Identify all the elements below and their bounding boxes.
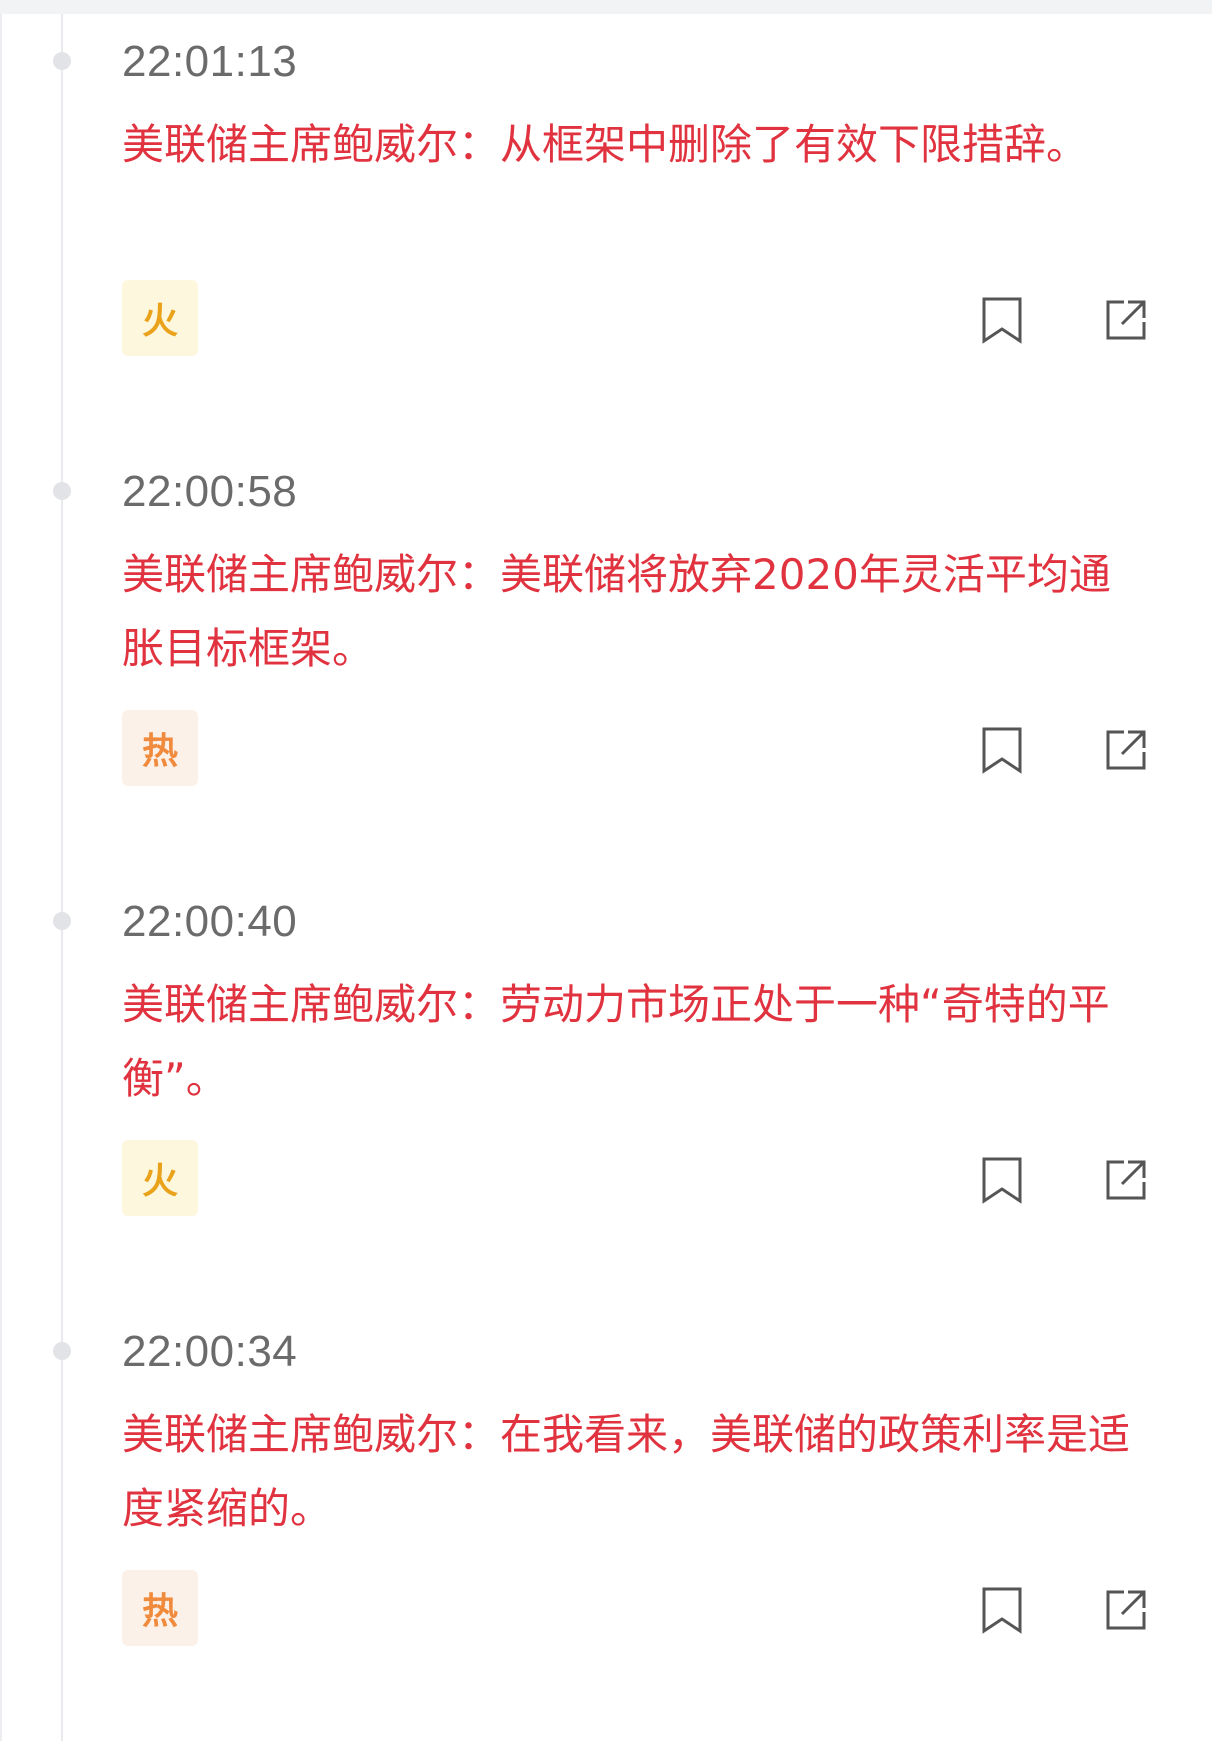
news-feed-page: 22:01:13 美联储主席鲍威尔：从框架中删除了有效下限措辞。 火 22:00… (0, 14, 1212, 1741)
news-headline[interactable]: 美联储主席鲍威尔：劳动力市场正处于一种“奇特的平衡”。 (122, 968, 1152, 1116)
bookmark-icon (981, 296, 1023, 344)
news-time: 22:00:34 (122, 1327, 298, 1376)
news-feed: 22:01:13 美联储主席鲍威尔：从框架中删除了有效下限措辞。 火 22:00… (2, 14, 1212, 1734)
share-button[interactable] (1098, 720, 1154, 780)
bookmark-icon (981, 1586, 1023, 1634)
fire-badge: 火 (122, 280, 198, 356)
bookmark-button[interactable] (974, 290, 1030, 350)
share-button[interactable] (1098, 1150, 1154, 1210)
bookmark-icon (981, 1156, 1023, 1204)
news-time: 22:01:13 (122, 37, 298, 86)
bookmark-button[interactable] (974, 1150, 1030, 1210)
news-item[interactable]: 22:00:40 美联储主席鲍威尔：劳动力市场正处于一种“奇特的平衡”。 火 (2, 874, 1212, 1304)
share-icon (1104, 728, 1148, 772)
timeline-dot (53, 1342, 71, 1360)
share-icon (1104, 298, 1148, 342)
news-item[interactable]: 22:00:58 美联储主席鲍威尔：美联储将放弃2020年灵活平均通胀目标框架。… (2, 444, 1212, 874)
hot-badge: 热 (122, 1570, 198, 1646)
share-icon (1104, 1588, 1148, 1632)
timeline-dot (53, 912, 71, 930)
hot-badge: 热 (122, 710, 198, 786)
news-headline[interactable]: 美联储主席鲍威尔：从框架中删除了有效下限措辞。 (122, 108, 1152, 182)
bookmark-button[interactable] (974, 1580, 1030, 1640)
news-item[interactable]: 22:01:13 美联储主席鲍威尔：从框架中删除了有效下限措辞。 火 (2, 14, 1212, 444)
share-button[interactable] (1098, 290, 1154, 350)
news-time: 22:00:58 (122, 467, 298, 516)
timeline-dot (53, 52, 71, 70)
news-headline[interactable]: 美联储主席鲍威尔：美联储将放弃2020年灵活平均通胀目标框架。 (122, 538, 1152, 686)
fire-badge: 火 (122, 1140, 198, 1216)
news-item[interactable]: 22:00:34 美联储主席鲍威尔：在我看来，美联储的政策利率是适度紧缩的。 热 (2, 1304, 1212, 1734)
news-headline[interactable]: 美联储主席鲍威尔：在我看来，美联储的政策利率是适度紧缩的。 (122, 1398, 1152, 1546)
bookmark-button[interactable] (974, 720, 1030, 780)
news-time: 22:00:40 (122, 897, 298, 946)
timeline-dot (53, 482, 71, 500)
bookmark-icon (981, 726, 1023, 774)
share-button[interactable] (1098, 1580, 1154, 1640)
share-icon (1104, 1158, 1148, 1202)
